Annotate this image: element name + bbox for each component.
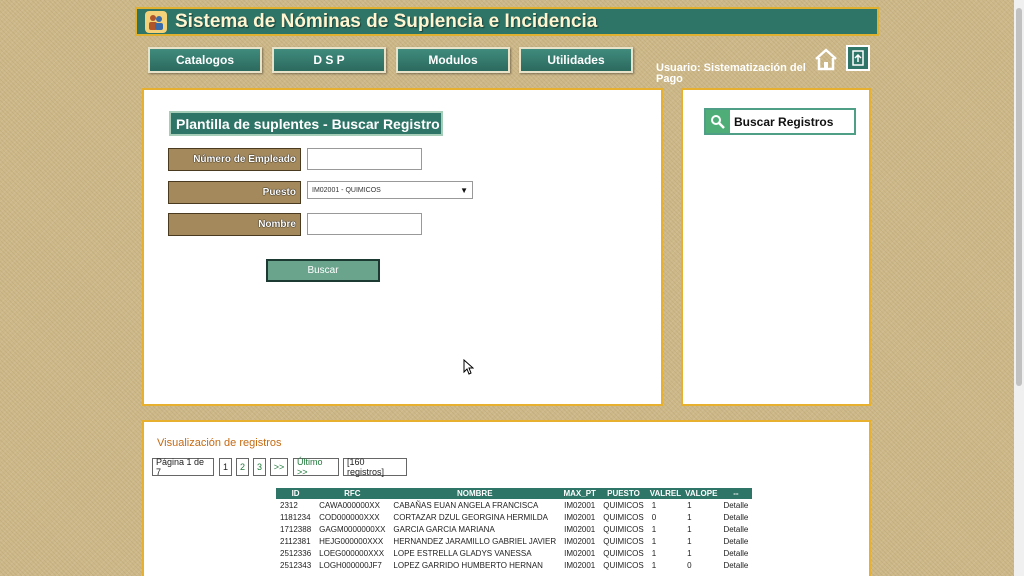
table-cell: 1 (651, 500, 657, 510)
table-row: 2112381 HEJG000000XXX HERNANDEZ JARAMILLO … (276, 535, 752, 547)
table-cell: QUIMICOS (603, 524, 644, 534)
table-cell: COD000000XXX (319, 512, 380, 522)
empleado-input[interactable] (307, 148, 422, 170)
table-cell: QUIMICOS (603, 500, 644, 510)
table-cell: CABAÑAS EUAN ANGELA FRANCISCA (393, 500, 539, 510)
app-header: Sistema de Nóminas de Suplencia e Incide… (135, 7, 879, 36)
table-cell: IM02001 (564, 548, 596, 558)
nav-dsp-button[interactable]: D S P (272, 47, 386, 73)
page-1-link[interactable]: 1 (219, 458, 232, 476)
buscar-button[interactable]: Buscar (266, 259, 380, 282)
table-cell: IM02001 (564, 500, 596, 510)
table-cell: IM02001 (564, 512, 596, 522)
column-header: RFC (315, 488, 390, 499)
results-table: ID RFC NOMBRE MAX_PT PUESTO VALREL VALOP… (276, 488, 753, 571)
table-cell: LOPEZ GARRIDO HUMBERTO HERNAN (393, 560, 543, 570)
column-header: PUESTO (599, 488, 648, 499)
record-count: [160 registros] (343, 457, 407, 477)
table-cell: QUIMICOS (603, 536, 644, 546)
empleado-label: Número de Empleado (168, 148, 301, 171)
form-title: Plantilla de suplentes - Buscar Registro (169, 111, 443, 136)
logout-icon[interactable] (846, 45, 870, 71)
puesto-label: Puesto (168, 181, 301, 204)
table-cell: QUIMICOS (603, 560, 644, 570)
mouse-cursor-icon (463, 358, 475, 380)
page-info: Página 1 de 7 (152, 457, 214, 477)
nombre-label: Nombre (168, 213, 301, 236)
column-header: ID (276, 488, 316, 499)
table-cell: 0 (687, 560, 692, 570)
table-row: 1712388 GAGM0000000XX GARCIA GARCIA MARIAN… (276, 523, 752, 535)
table-cell: 1 (687, 500, 692, 510)
side-panel (681, 88, 871, 406)
table-cell: CORTAZAR DZUL GEORGINA HERMILDA (393, 512, 548, 522)
user-label: Usuario: Sistematización del Pago (656, 62, 806, 85)
table-cell: CAWA000000XX (319, 500, 380, 510)
table-cell: IM02001 (564, 524, 596, 534)
table-cell: 1 (651, 524, 657, 534)
table-cell: 1 (651, 548, 657, 558)
table-cell: 1 (687, 548, 692, 558)
column-header: NOMBRE (389, 488, 561, 499)
table-cell: 1 (651, 560, 657, 570)
table-row: 1181234 COD000000XXX CORTAZAR DZUL GEORGIN… (276, 511, 752, 523)
app-title: Sistema de Nóminas de Suplencia e Incide… (175, 10, 598, 32)
table-row: 2312 CAWA000000XX CABAÑAS EUAN ANGELA FRAN… (276, 499, 752, 511)
detalle-link[interactable]: Detalle (719, 523, 752, 535)
table-cell: IM02001 (564, 560, 596, 570)
scrollbar-thumb[interactable] (1016, 8, 1022, 386)
detalle-link[interactable]: Detalle (719, 559, 752, 571)
detalle-link[interactable]: Detalle (719, 547, 752, 559)
table-cell: 1 (651, 536, 657, 546)
buscar-registros-link[interactable]: Buscar Registros (704, 108, 856, 135)
table-cell: 1712388 (280, 524, 312, 534)
next-page-link[interactable]: >> (270, 458, 288, 476)
table-cell: 1181234 (280, 512, 311, 522)
home-icon[interactable] (813, 45, 839, 73)
table-cell: QUIMICOS (603, 548, 644, 558)
column-header: MAX_PT (560, 488, 600, 499)
table-cell: GARCIA GARCIA MARIANA (393, 524, 495, 534)
page-scrollbar[interactable] (1014, 0, 1024, 576)
table-cell: 2512336 (280, 548, 312, 558)
table-cell: HEJG000000XXX (319, 536, 384, 546)
dropdown-arrow-icon: ▼ (460, 185, 468, 195)
puesto-selected-value: IM02001 - QUIMICOS (312, 186, 381, 194)
table-row: 2512343 LOGH000000JF7 LOPEZ GARRIDO HUMBER… (276, 559, 752, 571)
table-header-row: ID RFC NOMBRE MAX_PT PUESTO VALREL VALOP… (276, 488, 753, 499)
nav-catalogos-button[interactable]: Catalogos (148, 47, 262, 73)
column-header: VALREL (647, 488, 684, 499)
search-icon (706, 110, 730, 133)
table-cell: 2312 (280, 500, 298, 510)
nombre-input[interactable] (307, 213, 422, 235)
table-cell: HERNANDEZ JARAMILLO GABRIEL JAVIER (393, 536, 557, 546)
table-cell: IM02001 (564, 536, 596, 546)
nav-utilidades-button[interactable]: Utilidades (519, 47, 633, 73)
buscar-registros-label: Buscar Registros (734, 114, 834, 129)
detalle-link[interactable]: Detalle (719, 535, 752, 547)
table-cell: QUIMICOS (603, 512, 644, 522)
page-2-link[interactable]: 2 (236, 458, 249, 476)
detalle-link[interactable]: Detalle (719, 499, 752, 511)
table-cell: 0 (651, 512, 657, 522)
table-cell: 1 (687, 524, 692, 534)
table-cell: LOPE ESTRELLA GLADYS VANESSA (393, 548, 532, 558)
nav-modulos-button[interactable]: Modulos (396, 47, 510, 73)
table-cell: 1 (687, 536, 692, 546)
column-header: VALOPE (683, 488, 720, 499)
table-cell: 1 (687, 512, 692, 522)
table-cell: GAGM0000000XX (319, 524, 386, 534)
results-title: Visualización de registros (157, 437, 282, 449)
last-page-link[interactable]: Último >> (293, 457, 339, 477)
detalle-link[interactable]: Detalle (719, 511, 752, 523)
column-header: -- (719, 488, 753, 499)
table-row: 2512336 LOEG000000XXX LOPE ESTRELLA GLADYS… (276, 547, 752, 559)
table-cell: LOEG000000XXX (319, 548, 385, 558)
page-3-link[interactable]: 3 (253, 458, 266, 476)
table-cell: 2512343 (280, 560, 312, 570)
table-cell: LOGH000000JF7 (319, 560, 382, 570)
puesto-select[interactable]: IM02001 - QUIMICOS ▼ (307, 181, 473, 199)
app-logo-icon (145, 10, 167, 33)
table-cell: 2112381 (280, 536, 311, 546)
